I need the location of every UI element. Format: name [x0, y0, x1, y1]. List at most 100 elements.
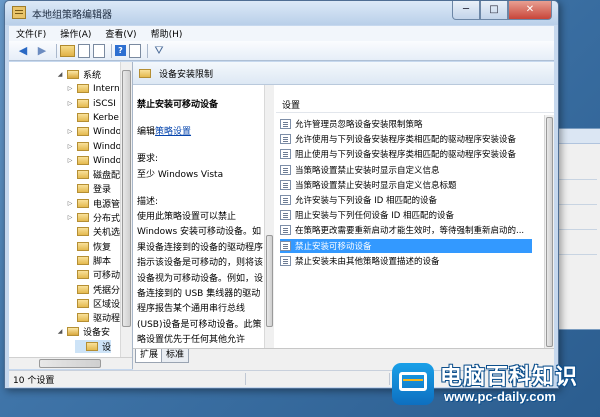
forward-arrow-icon[interactable]: ▶ [34, 43, 50, 59]
tree-vertical-scrollbar[interactable] [120, 62, 132, 358]
tree-item-label: 可移动 [93, 271, 121, 281]
policy-setting-icon [280, 210, 291, 220]
edit-policy-link[interactable]: 策略设置 [155, 127, 191, 137]
settings-list: 设置 允许管理员忽略设备安装限制策略 允许使用与下列设备安装程序类相匹配的驱动程序… [276, 85, 554, 348]
expand-arrow-icon[interactable]: ◢ [56, 328, 64, 336]
tree-item[interactable]: 设 [75, 340, 112, 353]
minimize-button[interactable]: ─ [452, 1, 480, 20]
help-icon[interactable]: ? [115, 45, 126, 56]
list-scrollbar[interactable] [544, 115, 554, 348]
menu-action[interactable]: 操作(A) [53, 27, 98, 40]
setting-row[interactable]: 阻止安装与下列任何设备 ID 相匹配的设备 [280, 208, 454, 222]
setting-row[interactable]: 禁止安装可移动设备 [280, 239, 532, 253]
tree-item[interactable]: 区域设 [66, 297, 120, 310]
tree-item[interactable]: 登录 [66, 182, 111, 195]
expand-arrow-icon[interactable]: ▷ [66, 157, 74, 165]
tab-standard[interactable]: 标准 [161, 349, 190, 363]
tree-item-label: Kerbe [93, 112, 119, 123]
setting-row[interactable]: 阻止使用与下列设备安装程序类相匹配的驱动程序安装设备 [280, 147, 516, 161]
tree-item[interactable]: 关机选 [66, 225, 120, 238]
expand-arrow-icon[interactable]: ▷ [66, 100, 74, 108]
policy-setting-icon [280, 241, 291, 251]
expand-arrow-icon[interactable] [66, 171, 74, 179]
policy-editor-icon [12, 6, 26, 19]
column-header-settings[interactable]: 设置 [282, 98, 300, 111]
expand-arrow-icon[interactable]: ▷ [66, 85, 74, 93]
expand-arrow-icon[interactable] [75, 343, 83, 351]
expand-arrow-icon[interactable] [66, 185, 74, 193]
setting-row[interactable]: 在策略更改需要重新启动才能生效时，等待强制重新启动的... [280, 223, 524, 237]
tree-item[interactable]: ▷ Intern [66, 82, 120, 95]
maximize-button[interactable]: □ [480, 1, 508, 20]
close-button[interactable]: ✕ [508, 1, 552, 20]
expand-arrow-icon[interactable] [66, 243, 74, 251]
tree-item[interactable]: ▷ iSCSI [66, 97, 116, 110]
export-icon[interactable] [93, 43, 105, 58]
expand-arrow-icon[interactable] [66, 314, 74, 322]
tab-extended[interactable]: 扩展 [135, 349, 164, 363]
tree-item[interactable]: 可移动 [66, 268, 120, 281]
menu-help[interactable]: 帮助(H) [144, 27, 190, 40]
setting-row[interactable]: 当策略设置禁止安装时显示自定义信息标题 [280, 178, 457, 192]
properties-icon[interactable] [129, 43, 141, 58]
content-area: ◢ 系统 ▷ Intern ▷ iSCSI Kerbe ▷ Windo ▷ Windo ▷ Windo 磁… [9, 62, 554, 376]
folder-icon [139, 68, 151, 78]
policy-tree: ◢ 系统 ▷ Intern ▷ iSCSI Kerbe ▷ Windo ▷ Windo ▷ Windo 磁… [9, 62, 133, 369]
edit-prefix: 编辑 [137, 127, 156, 137]
tree-item[interactable]: 磁盘配 [66, 168, 120, 181]
tree-item[interactable]: ◢ 设备安 [56, 325, 110, 338]
tree-item-label: 设 [102, 343, 112, 353]
edit-line: 编辑策略设置 [137, 124, 265, 137]
policy-setting-icon [280, 134, 291, 144]
tree-item[interactable]: ◢ 系统 [56, 68, 101, 81]
policy-setting-icon [280, 180, 291, 190]
tree-item[interactable]: 驱动程 [66, 311, 120, 324]
tree-item-label: 驱动程 [93, 314, 121, 324]
setting-row[interactable]: 当策略设置禁止安装时显示自定义信息 [280, 163, 440, 177]
tree-item-label: iSCSI [93, 98, 116, 109]
expand-arrow-icon[interactable] [66, 114, 74, 122]
description-label: 描述: [137, 197, 159, 207]
tree-item[interactable]: ▷ 电源管 [66, 197, 120, 210]
menu-view[interactable]: 查看(V) [98, 27, 143, 40]
filter-icon[interactable]: ⛛ [151, 43, 167, 59]
tree-item[interactable]: 恢复 [66, 240, 111, 253]
tree-horizontal-scrollbar[interactable] [9, 357, 132, 369]
tree-item-label: Windo [93, 155, 122, 166]
folder-icon [77, 199, 89, 208]
tree-item[interactable]: ▷ 分布式 [66, 211, 120, 224]
title-bar[interactable]: 本地组策略编辑器 ─ □ ✕ [5, 1, 558, 25]
tree-item[interactable]: ▷ Windo [66, 125, 121, 138]
tree-item[interactable]: Kerbe [66, 111, 119, 124]
expand-arrow-icon[interactable] [66, 228, 74, 236]
setting-label: 当策略设置禁止安装时显示自定义信息标题 [295, 181, 457, 191]
expand-arrow-icon[interactable] [66, 286, 74, 294]
tree-item-label: 系统 [83, 71, 102, 81]
tree-item[interactable]: ▷ Windo [66, 140, 121, 153]
expand-arrow-icon[interactable]: ▷ [66, 128, 74, 136]
sheet-icon[interactable] [78, 43, 90, 58]
tree-item-label: 区域设 [93, 300, 121, 310]
menu-file[interactable]: 文件(F) [9, 27, 53, 40]
setting-row[interactable]: 禁止安装未由其他策略设置描述的设备 [280, 254, 440, 268]
expand-arrow-icon[interactable] [66, 257, 74, 265]
description-scrollbar[interactable] [264, 85, 274, 369]
tree-item[interactable]: 脚本 [66, 254, 111, 267]
setting-row[interactable]: 允许管理员忽略设备安装限制策略 [280, 117, 423, 131]
folder-icon[interactable] [60, 44, 75, 57]
policy-setting-icon [280, 225, 291, 235]
watermark-url: www.pc-daily.com [444, 389, 556, 404]
expand-arrow-icon[interactable]: ◢ [56, 71, 64, 79]
expand-arrow-icon[interactable] [66, 300, 74, 308]
setting-row[interactable]: 允许安装与下列设备 ID 相匹配的设备 [280, 193, 437, 207]
expand-arrow-icon[interactable]: ▷ [66, 143, 74, 151]
setting-row[interactable]: 允许使用与下列设备安装程序类相匹配的驱动程序安装设备 [280, 132, 516, 146]
tree-item[interactable]: 凭据分 [66, 283, 120, 296]
expand-arrow-icon[interactable]: ▷ [66, 214, 74, 222]
folder-icon [77, 213, 89, 222]
expand-arrow-icon[interactable] [66, 271, 74, 279]
tree-item[interactable]: ▷ Windo [66, 154, 121, 167]
back-arrow-icon[interactable]: ◀ [15, 43, 31, 59]
toolbar: ◀ ▶ ? ⛛ [9, 41, 554, 61]
expand-arrow-icon[interactable]: ▷ [66, 200, 74, 208]
